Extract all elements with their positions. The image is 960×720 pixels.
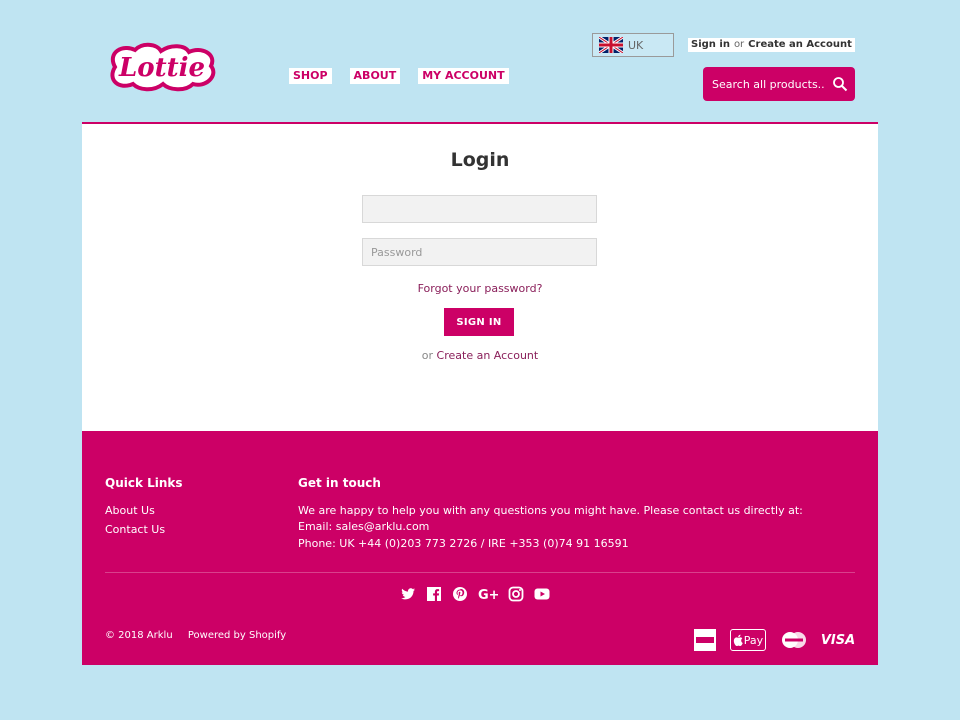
page-title: Login (450, 149, 510, 171)
main-nav: SHOP ABOUT MY ACCOUNT (289, 68, 509, 84)
or-text: or (421, 349, 434, 362)
apple-pay-label: Pay (743, 633, 764, 647)
payment-icons: Pay VISA (694, 629, 856, 651)
get-in-touch-title: Get in touch (298, 476, 381, 490)
youtube-icon[interactable] (534, 586, 550, 602)
contact-email-text: Email: sales@arklu.com (298, 520, 430, 533)
search-icon[interactable] (832, 76, 848, 92)
country-selector[interactable]: UK (592, 33, 674, 57)
powered-by-shopify-link[interactable]: Powered by Shopify (188, 630, 286, 641)
header-sign-in-link[interactable]: Sign in (691, 39, 730, 50)
nav-shop[interactable]: SHOP (289, 68, 332, 84)
svg-text:G+: G+ (478, 588, 498, 602)
uk-flag-icon (598, 35, 624, 55)
footer-about-us-link[interactable]: About Us (105, 504, 155, 517)
footer-contact-us-link[interactable]: Contact Us (105, 523, 165, 536)
search-box (703, 67, 855, 101)
twitter-icon[interactable] (400, 586, 416, 602)
country-label: UK (628, 38, 644, 52)
create-account-row: or Create an Account (82, 349, 878, 362)
contact-intro-text: We are happy to help you with any questi… (298, 504, 803, 517)
pinterest-icon[interactable] (452, 586, 468, 602)
footer: Quick Links About Us Contact Us Get in t… (82, 431, 878, 665)
amex-icon (694, 629, 716, 651)
account-links: Sign in or Create an Account (688, 38, 855, 52)
sign-in-button[interactable]: SIGN IN (444, 308, 514, 336)
footer-divider (105, 572, 855, 573)
visa-icon: VISA (820, 632, 856, 648)
email-field[interactable] (362, 195, 597, 223)
login-panel: Login Forgot your password? SIGN IN or C… (82, 122, 878, 431)
mastercard-icon (780, 629, 808, 651)
create-account-link[interactable]: Create an Account (437, 349, 539, 362)
copyright: © 2018 Arklu Powered by Shopify (105, 630, 286, 641)
search-input[interactable] (712, 77, 824, 91)
apple-pay-icon: Pay (730, 629, 766, 651)
nav-about[interactable]: ABOUT (349, 68, 401, 84)
instagram-icon[interactable] (508, 586, 524, 602)
google-plus-icon[interactable]: G+ (478, 586, 500, 603)
svg-text:Lottie: Lottie (118, 53, 205, 83)
social-links: G+ (400, 586, 550, 603)
facebook-icon[interactable] (426, 586, 442, 602)
quick-links-title: Quick Links (105, 476, 183, 490)
password-field[interactable] (362, 238, 597, 266)
nav-my-account[interactable]: MY ACCOUNT (418, 68, 509, 84)
header-create-account-link[interactable]: Create an Account (748, 39, 852, 50)
lottie-logo[interactable]: Lottie (105, 42, 219, 92)
contact-phone-text: Phone: UK +44 (0)203 773 2726 / IRE +353… (298, 537, 629, 550)
copyright-text: © 2018 Arklu (105, 630, 173, 641)
forgot-password-link[interactable]: Forgot your password? (82, 282, 878, 295)
header-or-text: or (733, 39, 745, 50)
